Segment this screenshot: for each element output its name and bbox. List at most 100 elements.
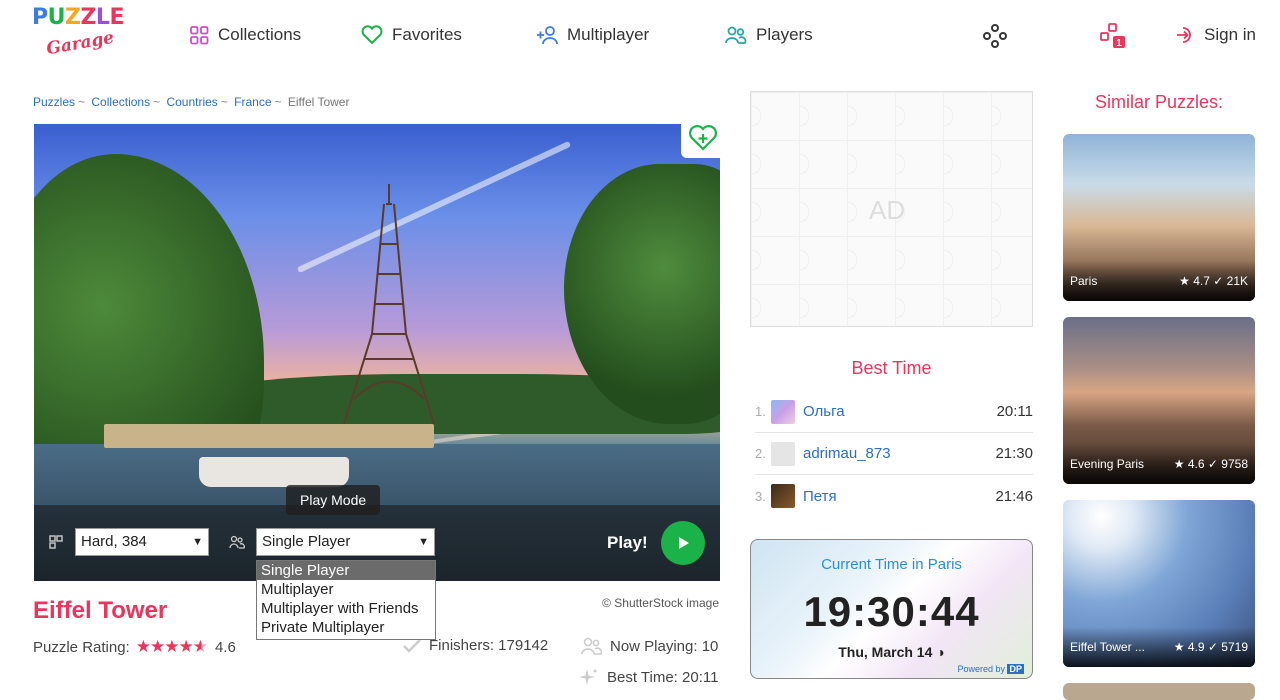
ad-placeholder[interactable]: AD xyxy=(750,91,1033,327)
clock-time: 19:30:44 xyxy=(803,588,980,635)
similar-card[interactable]: Eiffel Tower ... ★ 4.9 ✓ 5719 xyxy=(1063,500,1255,667)
sign-in-link[interactable]: Sign in xyxy=(1175,22,1256,48)
option-private-multiplayer[interactable]: Private Multiplayer xyxy=(257,618,435,637)
heart-icon xyxy=(361,25,383,45)
breadcrumb: Puzzles ~ Collections ~ Countries ~ France ~… xyxy=(33,95,350,109)
header: PUZZLE Garage Collections Favorites Mult… xyxy=(0,0,1280,70)
powered-by[interactable]: Powered by DP xyxy=(957,664,1024,674)
card-name: Eiffel Tower ... xyxy=(1070,640,1145,654)
rank: 1. xyxy=(755,404,766,419)
now-playing-text: Now Playing: 10 xyxy=(610,637,719,655)
player-link[interactable]: adrimau_873 xyxy=(803,445,993,462)
player-link[interactable]: Петя xyxy=(803,488,993,505)
best-time-row: 2. adrimau_873 21:30 xyxy=(755,433,1033,475)
nav-collections-label: Collections xyxy=(218,25,302,44)
rating-value: 4.6 xyxy=(214,638,236,656)
similar-card[interactable]: Evening Paris ★ 4.6 ✓ 9758 xyxy=(1063,317,1255,484)
add-user-icon xyxy=(537,26,558,45)
boat xyxy=(199,457,349,487)
nav-favorites[interactable]: Favorites xyxy=(361,22,462,48)
players-icon xyxy=(229,535,245,549)
eiffel-tower-drawing xyxy=(343,184,435,424)
avatar[interactable] xyxy=(771,441,795,466)
add-favorite-button[interactable] xyxy=(681,118,725,158)
rating-stars[interactable]: ★★★★★ xyxy=(136,637,208,657)
paris-clock-widget[interactable]: Current Time in Paris 19:30:44 Thu, Marc… xyxy=(750,539,1033,679)
rating-label: Puzzle Rating: xyxy=(33,638,130,656)
sparkle-icon xyxy=(579,669,597,685)
breadcrumb-countries[interactable]: Countries xyxy=(166,95,217,109)
difficulty-select[interactable]: Hard, 384 ▼ xyxy=(75,528,209,556)
moon-icon: ◑ xyxy=(936,644,945,660)
avatar[interactable] xyxy=(771,399,795,424)
play-icon xyxy=(679,537,689,549)
play-button[interactable] xyxy=(661,521,705,565)
chevron-down-icon: ▼ xyxy=(192,536,203,548)
play-mode-label: Play Mode xyxy=(286,485,381,515)
option-multiplayer[interactable]: Multiplayer xyxy=(257,580,435,599)
similar-card-partial[interactable] xyxy=(1063,683,1255,700)
avatar[interactable] xyxy=(771,484,795,508)
option-multiplayer-friends[interactable]: Multiplayer with Friends xyxy=(257,599,435,618)
play-mode-value: Single Player xyxy=(262,533,351,550)
nav-favorites-label: Favorites xyxy=(392,25,462,44)
best-time-stat: Best Time: 20:11 xyxy=(579,667,718,687)
chevron-down-icon: ▼ xyxy=(418,536,429,548)
best-time-text: Best Time: 20:11 xyxy=(607,668,719,686)
users-icon xyxy=(581,637,602,655)
clock-title: Current Time in Paris xyxy=(821,556,962,573)
dp-logo-icon: DP xyxy=(1007,664,1024,674)
nav-players-label: Players xyxy=(756,25,813,44)
nav-multiplayer[interactable]: Multiplayer xyxy=(536,22,649,48)
best-time-title: Best Time xyxy=(851,358,932,378)
card-name: Paris xyxy=(1070,274,1098,288)
dots-icon xyxy=(983,24,1007,48)
puzzle-rating: Puzzle Rating: ★★★★★ 4.6 xyxy=(33,637,236,657)
finishers-text: Finishers: 179142 xyxy=(429,637,549,654)
grid-icon xyxy=(190,25,209,44)
card-stats: ★ 4.9 ✓ 5719 xyxy=(1173,640,1248,654)
card-stats: ★ 4.7 ✓ 21K xyxy=(1179,274,1248,288)
ad-label: AD xyxy=(869,195,906,225)
nav-collections[interactable]: Collections xyxy=(190,22,301,48)
heart-plus-icon xyxy=(689,125,717,151)
player-time: 21:46 xyxy=(995,487,1033,505)
breadcrumb-france[interactable]: France xyxy=(234,95,271,109)
nav-players[interactable]: Players xyxy=(725,22,813,48)
login-icon xyxy=(1177,27,1191,43)
card-name: Evening Paris xyxy=(1070,457,1145,471)
play-mode-select[interactable]: Single Player ▼ xyxy=(256,528,435,556)
breadcrumb-current: Eiffel Tower xyxy=(287,95,350,109)
best-time-row: 1. Ольга 20:11 xyxy=(755,391,1033,433)
breadcrumb-collections[interactable]: Collections xyxy=(91,95,150,109)
puzzle-title: Eiffel Tower xyxy=(33,597,168,624)
similar-title: Similar Puzzles: xyxy=(1094,92,1224,112)
image-credit: © ShutterStock image xyxy=(602,596,719,610)
clock-date: Thu, March 14 ◑ xyxy=(838,644,945,660)
player-time: 20:11 xyxy=(996,403,1033,420)
check-icon xyxy=(403,638,421,653)
best-time-row: 3. Петя 21:46 xyxy=(755,475,1033,517)
player-time: 21:30 xyxy=(995,445,1033,462)
pieces-icon xyxy=(49,535,63,549)
option-single-player[interactable]: Single Player xyxy=(257,561,435,580)
notification-count: 1 xyxy=(1116,38,1122,49)
sign-in-label: Sign in xyxy=(1204,25,1256,44)
play-label[interactable]: Play! xyxy=(607,533,648,553)
notifications-button[interactable]: 1 xyxy=(1099,22,1127,50)
site-logo[interactable]: PUZZLE Garage xyxy=(32,6,132,64)
rank: 2. xyxy=(755,446,766,461)
similar-card[interactable]: Paris ★ 4.7 ✓ 21K xyxy=(1063,134,1255,301)
puzzle-notification-icon: 1 xyxy=(1100,23,1125,49)
rank: 3. xyxy=(755,488,766,504)
difficulty-value: Hard, 384 xyxy=(81,533,147,550)
breadcrumb-puzzles[interactable]: Puzzles xyxy=(33,95,75,109)
card-stats: ★ 4.6 ✓ 9758 xyxy=(1173,457,1248,471)
bridge xyxy=(104,424,434,448)
nav-multiplayer-label: Multiplayer xyxy=(567,25,650,44)
games-button[interactable] xyxy=(981,22,1009,50)
users-icon xyxy=(725,26,747,44)
player-link[interactable]: Ольга xyxy=(803,403,993,420)
now-playing-stat: Now Playing: 10 xyxy=(581,637,718,655)
play-mode-dropdown[interactable]: Single Player Multiplayer Multiplayer wi… xyxy=(256,560,436,640)
